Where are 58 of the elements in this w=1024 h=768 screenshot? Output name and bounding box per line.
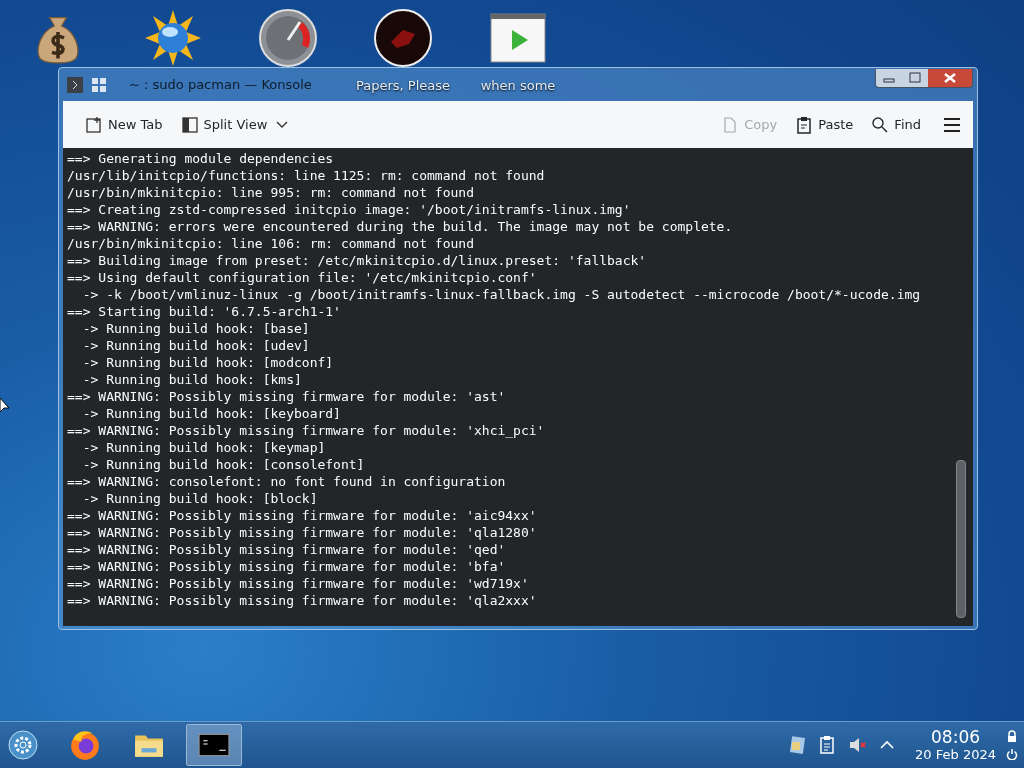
settings-icon[interactable] (8, 730, 38, 760)
mouse-cursor-icon (0, 398, 10, 414)
terminal-line: ==> WARNING: Possibly missing firmware for module: 'qla1280' (67, 524, 538, 541)
terminal-line: ==> WARNING: Possibly missing firmware for module: 'bfa' (67, 558, 507, 575)
terminal-line: -> Running build hook: [udev] (81, 337, 311, 354)
search-icon (871, 115, 890, 134)
terminal-line: ==> Generating module dependencies (67, 150, 335, 167)
terminal-line: ==> WARNING: consolefont: no font found in configuration (67, 473, 507, 490)
clipboard-icon (795, 115, 814, 134)
terminal-line: -> Running build hook: [keyboard] (81, 405, 342, 422)
terminal-line: ==> WARNING: Possibly missing firmware for module: 'qla2xxx' (67, 592, 538, 609)
toolbar-button[interactable]: Paste (789, 111, 860, 138)
clock-time[interactable]: 08:06 (931, 727, 981, 747)
terminal-line: ==> WARNING: Possibly missing firmware for module: 'aic94xx' (67, 507, 538, 524)
terminal-line: -> Running build hook: [kms] (81, 371, 303, 388)
dark-disc-icon[interactable] (373, 8, 433, 68)
terminal-line: ==> Building image from preset: /etc/mkinitcpio.d/linux.preset: 'fallback' (67, 252, 648, 269)
terminal-line: ==> Using default configuration file: '/etc/mkinitcpio.conf' (67, 269, 538, 286)
notes-icon[interactable] (787, 735, 808, 755)
terminal-line: ==> Creating zstd-compressed initcpio image: '/boot/initramfs-linux.img' (67, 201, 632, 218)
desktop-icon-label[interactable]: Papers, Please (356, 78, 451, 93)
menu-icon[interactable] (943, 116, 961, 133)
lock-icon[interactable] (1006, 730, 1018, 742)
terminal-line: -> Running build hook: [keymap] (81, 439, 327, 456)
terminal-line: ==> WARNING: Possibly missing firmware for module: 'ast' (67, 388, 507, 405)
scrollbar-thumb[interactable] (956, 460, 966, 618)
terminal-line: ==> Starting build: '6.7.5-arch1-1' (67, 303, 342, 320)
fox-globe-icon (69, 729, 101, 761)
desktop-icon-label[interactable]: when some (480, 78, 556, 93)
terminal-line: -> Running build hook: [base] (81, 320, 311, 337)
chevron-icon[interactable] (67, 76, 83, 93)
minimize-button[interactable] (876, 69, 902, 87)
window-title: ~ : sudo pacman — Konsole (129, 77, 312, 92)
terminal-line: -> Running build hook: [consolefont] (81, 456, 366, 473)
terminal-line: ==> WARNING: errors were encountered during the build. The image may not be complete. (67, 218, 734, 235)
grid-icon[interactable] (91, 76, 107, 93)
split-view-icon (180, 115, 199, 134)
clock-date[interactable]: 20 Feb 2024 (915, 746, 996, 763)
terminal-line: ==> WARNING: Possibly missing firmware for module: 'xhci_pci' (67, 422, 546, 439)
terminal-line: -> -k /boot/vmlinuz-linux -g /boot/initramfs-linux-fallback.img -S autodetect --microcode /boot/*-ucode.img (81, 286, 922, 303)
toolbar-button[interactable]: Find (865, 111, 927, 138)
caret-icon (276, 120, 289, 129)
new-tab-icon (85, 115, 103, 134)
toolbar-button[interactable]: New Tab (79, 111, 169, 138)
taskbar-app[interactable] (186, 724, 242, 766)
power-icon[interactable] (1006, 748, 1018, 760)
maximize-button[interactable] (902, 69, 928, 87)
terminal-line: -> Running build hook: [block] (81, 490, 319, 507)
close-button[interactable] (928, 69, 972, 87)
volume-icon[interactable] (847, 735, 868, 755)
terminal-line: ==> WARNING: Possibly missing firmware for module: 'wd719x' (67, 575, 530, 592)
toolbar-button[interactable]: Split View (174, 111, 295, 138)
terminal-line: ==> WARNING: Possibly missing firmware for module: 'qed' (67, 541, 507, 558)
terminal-line: /usr/lib/initcpio/functions: line 1125: rm: command not found (67, 167, 546, 184)
terminal-line: /usr/bin/mkinitcpio: line 106: rm: command not found (67, 235, 475, 252)
terminal-line: /usr/bin/mkinitcpio: line 995: rm: command not found (67, 184, 475, 201)
gauge-icon[interactable] (258, 8, 318, 68)
terminal-line: -> Running build hook: [modconf] (81, 354, 335, 371)
